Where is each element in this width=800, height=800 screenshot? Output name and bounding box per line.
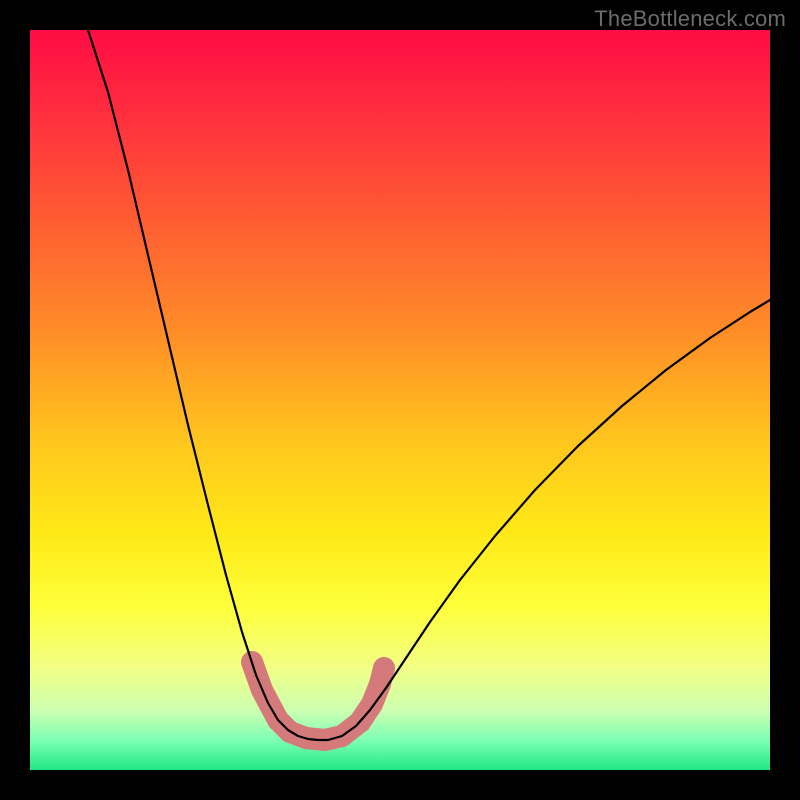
- curve-right-branch: [328, 300, 770, 740]
- plot-area: [30, 30, 770, 770]
- marker-dot: [371, 675, 389, 693]
- curve-layer: [30, 30, 770, 770]
- curve-group: [88, 30, 770, 740]
- marker-dot: [375, 659, 393, 677]
- curve-left-branch: [88, 30, 328, 740]
- marker-group: [243, 653, 393, 749]
- watermark-text: TheBottleneck.com: [594, 6, 786, 32]
- outer-frame: TheBottleneck.com: [0, 0, 800, 800]
